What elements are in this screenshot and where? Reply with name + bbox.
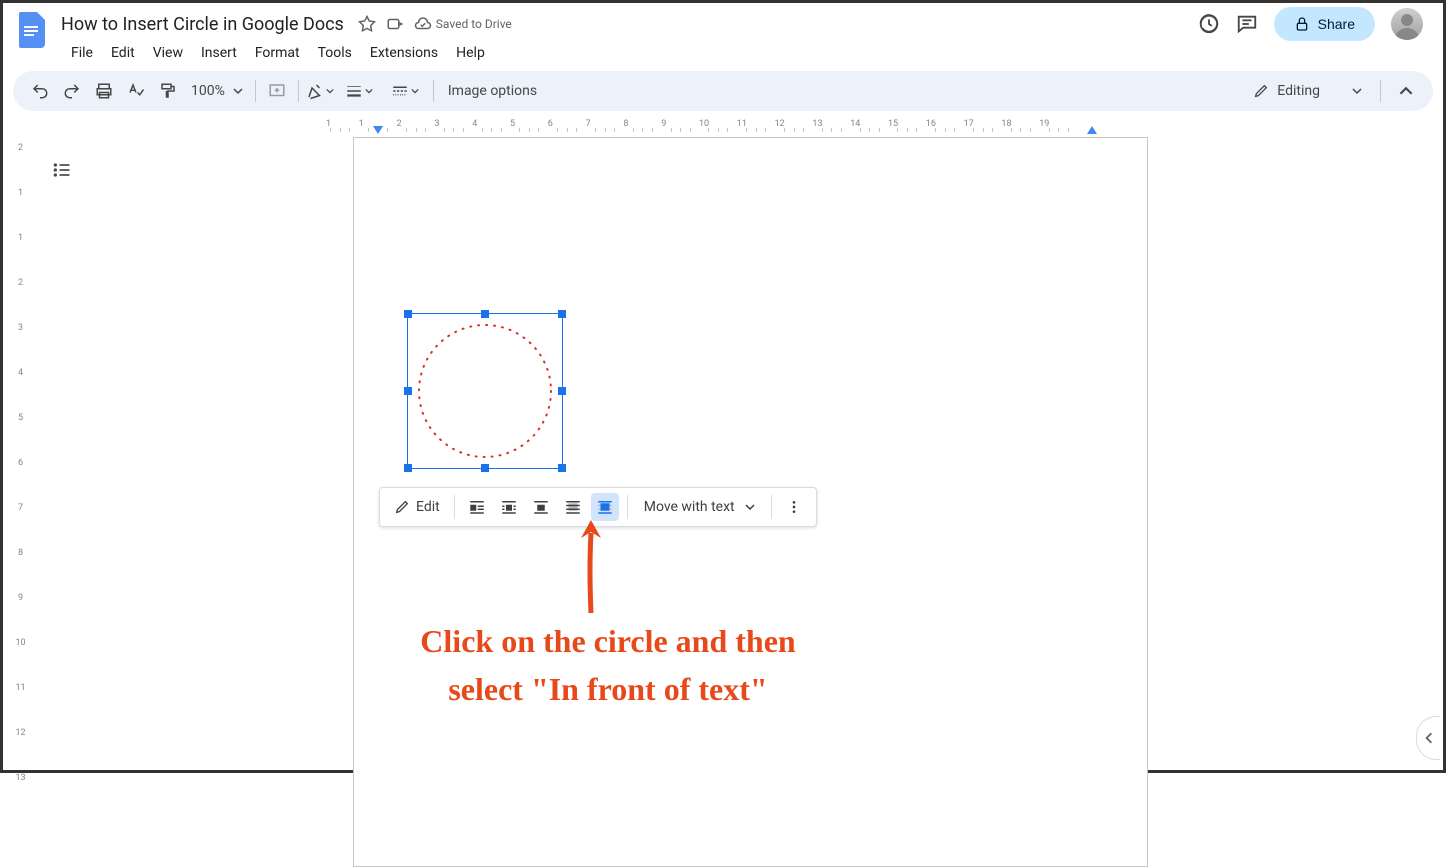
border-weight-button[interactable] <box>337 77 381 105</box>
share-button[interactable]: Share <box>1274 7 1375 41</box>
toolbar: 100% Image options Editing <box>13 71 1433 111</box>
pencil-icon <box>394 499 410 515</box>
annotation-text: Click on the circle and then select "In … <box>328 617 888 713</box>
more-options-button[interactable] <box>780 493 808 521</box>
print-button[interactable] <box>89 77 119 105</box>
horizontal-ruler: 112345678910111213141516171819 <box>38 117 1443 135</box>
circle-icon <box>417 323 553 459</box>
wrap-text-button[interactable] <box>495 493 523 521</box>
move-icon[interactable] <box>386 15 404 33</box>
border-dash-button[interactable] <box>383 77 427 105</box>
vertical-ruler: 2112345678910111213 <box>3 135 38 762</box>
behind-text-button[interactable] <box>559 493 587 521</box>
menu-tools[interactable]: Tools <box>310 41 360 65</box>
lock-icon <box>1294 16 1310 32</box>
add-comment-button[interactable] <box>262 77 292 105</box>
pencil-icon <box>1253 83 1269 99</box>
chevron-down-icon <box>1352 86 1362 96</box>
in-front-of-text-button[interactable] <box>591 493 619 521</box>
menu-file[interactable]: File <box>63 41 101 65</box>
redo-button[interactable] <box>57 77 87 105</box>
move-label: Move with text <box>644 499 735 515</box>
menu-extensions[interactable]: Extensions <box>362 41 446 65</box>
history-icon[interactable] <box>1198 13 1220 35</box>
avatar[interactable] <box>1391 8 1423 40</box>
star-icon[interactable] <box>358 15 376 33</box>
edit-label: Edit <box>416 499 440 515</box>
move-with-text-dropdown[interactable]: Move with text <box>636 499 763 515</box>
menu-insert[interactable]: Insert <box>193 41 245 65</box>
editing-mode-button[interactable]: Editing <box>1241 83 1370 99</box>
menu-format[interactable]: Format <box>247 41 308 65</box>
break-text-button[interactable] <box>527 493 555 521</box>
menubar: File Edit View Insert Format Tools Exten… <box>3 39 1443 71</box>
undo-button[interactable] <box>25 77 55 105</box>
document-title[interactable]: How to Insert Circle in Google Docs <box>55 12 350 37</box>
save-status-text: Saved to Drive <box>436 17 512 31</box>
selected-circle-shape[interactable] <box>407 313 563 469</box>
inline-text-button[interactable] <box>463 493 491 521</box>
comments-icon[interactable] <box>1236 13 1258 35</box>
image-options-button[interactable]: Image options <box>440 83 545 99</box>
menu-help[interactable]: Help <box>448 41 493 65</box>
editing-label: Editing <box>1277 83 1320 99</box>
zoom-dropdown[interactable]: 100% <box>185 83 249 99</box>
share-label: Share <box>1318 16 1355 32</box>
paint-format-button[interactable] <box>153 77 183 105</box>
docs-logo[interactable] <box>15 12 51 48</box>
image-floating-toolbar: Edit Move with text <box>379 487 817 527</box>
chevron-down-icon <box>745 502 755 512</box>
spellcheck-button[interactable] <box>121 77 151 105</box>
save-status[interactable]: Saved to Drive <box>414 15 512 33</box>
edit-image-button[interactable]: Edit <box>388 499 446 515</box>
chevron-down-icon <box>233 86 243 96</box>
zoom-value: 100% <box>191 83 225 99</box>
menu-edit[interactable]: Edit <box>103 41 143 65</box>
border-color-button[interactable] <box>305 77 335 105</box>
hide-menus-button[interactable] <box>1391 77 1421 105</box>
menu-view[interactable]: View <box>145 41 191 65</box>
